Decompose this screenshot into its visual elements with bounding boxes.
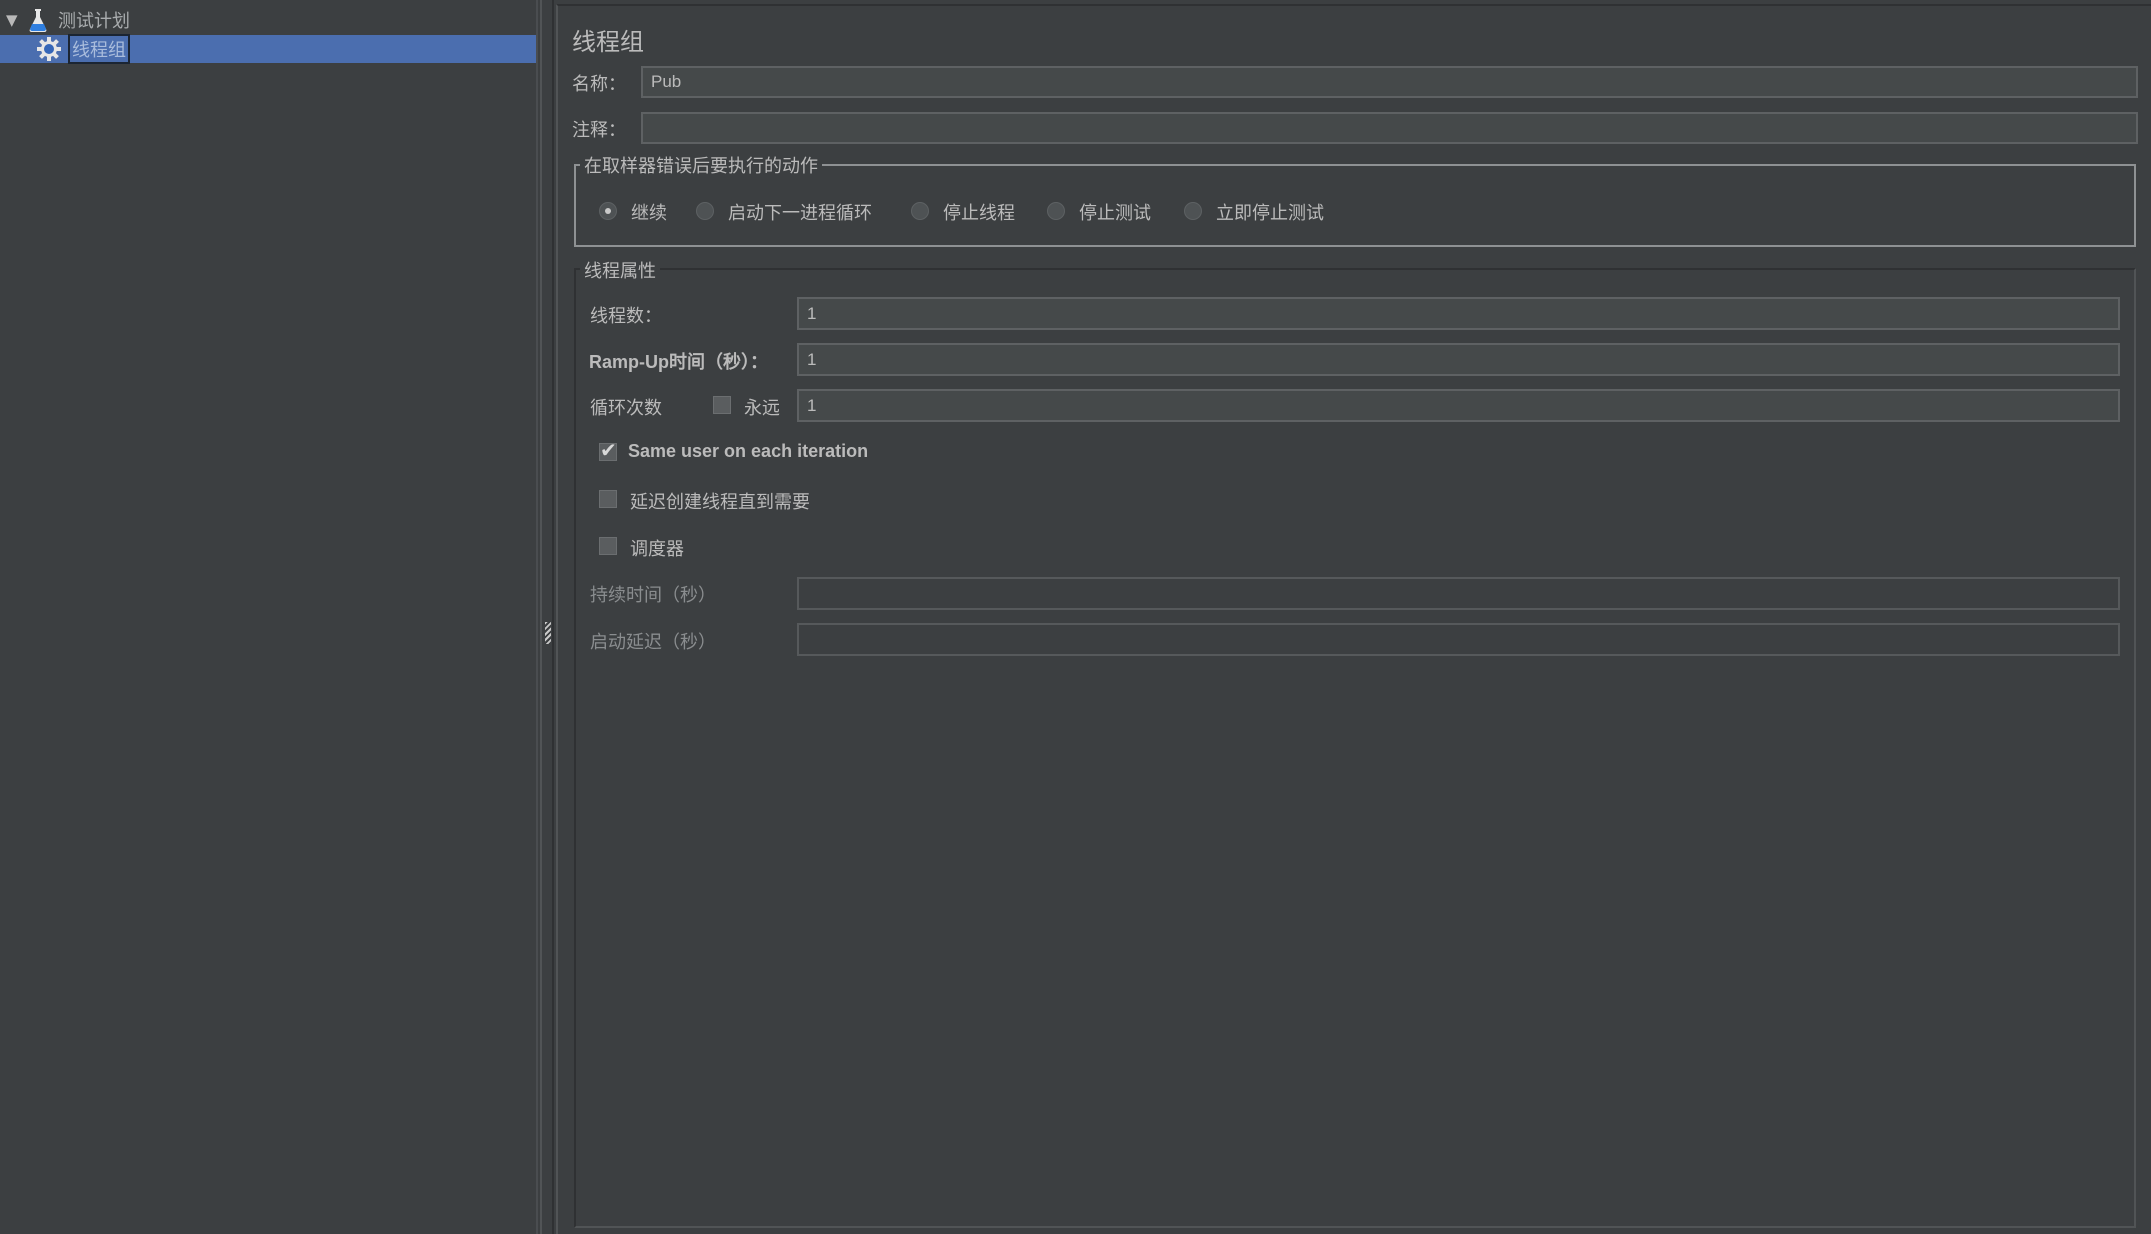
rampup-label: Ramp-Up时间（秒）： — [589, 352, 768, 372]
error-action-legend: 在取样器错误后要执行的动作 — [580, 152, 822, 178]
split-pane-divider[interactable] — [540, 0, 554, 1234]
delay-thread-creation-checkbox[interactable] — [599, 490, 617, 508]
radio-stop-test-label[interactable]: 停止测试 — [1079, 199, 1151, 225]
radio-continue[interactable] — [599, 202, 617, 220]
rampup-input[interactable]: 1 — [797, 343, 2120, 376]
tree-item-label: 线程组 — [68, 34, 130, 64]
radio-start-next-loop[interactable] — [696, 202, 714, 220]
radio-continue-label[interactable]: 继续 — [631, 199, 667, 225]
divider-grip-icon[interactable] — [545, 622, 551, 644]
gear-icon — [36, 36, 62, 62]
radio-stop-thread-label[interactable]: 停止线程 — [943, 199, 1015, 225]
flask-icon — [28, 8, 48, 32]
expand-triangle-icon[interactable]: ▼ — [6, 13, 20, 28]
name-label: 名称： — [572, 74, 626, 95]
test-plan-tree[interactable]: ▼ 测试计划 线程组 — [0, 0, 538, 1234]
radio-stop-test[interactable] — [1047, 202, 1065, 220]
thread-count-input[interactable]: 1 — [797, 297, 2120, 330]
startup-delay-input[interactable] — [797, 623, 2120, 656]
comment-label: 注释： — [572, 120, 626, 141]
radio-stop-test-now-label[interactable]: 立即停止测试 — [1216, 199, 1324, 225]
tree-item-label: 测试计划 — [58, 11, 130, 32]
comment-input[interactable] — [641, 112, 2138, 144]
duration-input[interactable] — [797, 577, 2120, 610]
thread-properties-legend: 线程属性 — [580, 257, 660, 283]
name-input[interactable]: Pub — [641, 66, 2138, 98]
forever-label[interactable]: 永远 — [744, 394, 780, 420]
loop-count-input[interactable]: 1 — [797, 389, 2120, 422]
page-title: 线程组 — [572, 28, 644, 56]
same-user-label[interactable]: Same user on each iteration — [628, 441, 868, 462]
radio-stop-thread[interactable] — [911, 202, 929, 220]
loop-count-label: 循环次数 — [590, 398, 662, 419]
tree-item-test-plan[interactable]: ▼ 测试计划 — [0, 6, 536, 34]
delay-thread-creation-label[interactable]: 延迟创建线程直到需要 — [630, 488, 810, 514]
thread-count-label: 线程数： — [590, 306, 662, 327]
duration-label: 持续时间（秒） — [590, 585, 716, 606]
scheduler-checkbox[interactable] — [599, 537, 617, 555]
radio-start-next-loop-label[interactable]: 启动下一进程循环 — [728, 199, 872, 225]
same-user-checkbox[interactable] — [599, 438, 617, 462]
tree-item-thread-group[interactable]: 线程组 — [0, 34, 536, 64]
radio-stop-test-now[interactable] — [1184, 202, 1202, 220]
scheduler-label[interactable]: 调度器 — [630, 535, 684, 561]
forever-checkbox[interactable] — [713, 396, 731, 414]
startup-delay-label: 启动延迟（秒） — [590, 632, 716, 653]
